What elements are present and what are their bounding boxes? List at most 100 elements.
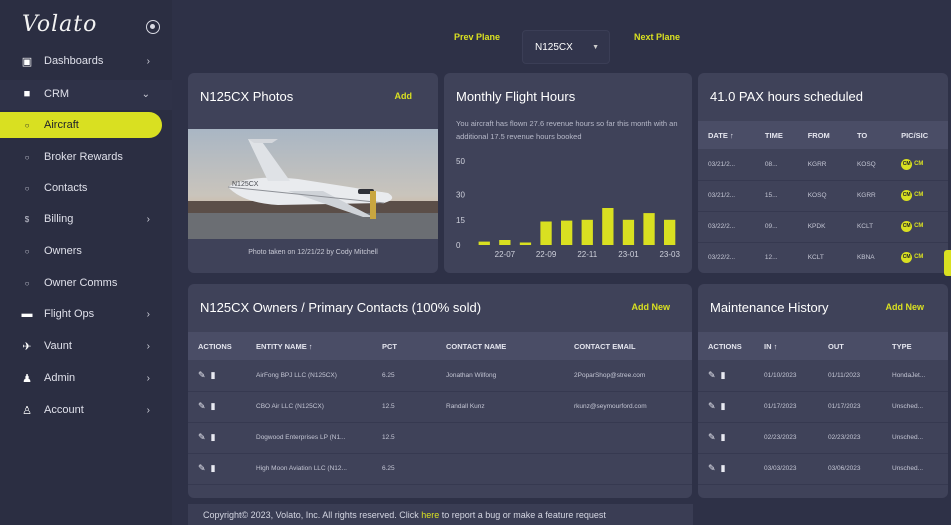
bar-22-06[interactable] — [478, 241, 490, 245]
delete-icon[interactable]: ▮ — [211, 432, 216, 442]
aircraft-photo[interactable]: N125CX — [188, 129, 438, 239]
col-pic-sic[interactable]: PIC/SIC — [891, 121, 948, 149]
table-row[interactable]: ✎ ▮ 01/10/2023 01/11/2023 HondaJet... — [698, 360, 948, 392]
cell-from: KGRR — [797, 149, 847, 181]
sidebar-item-contacts[interactable]: ○ Contacts — [10, 175, 162, 201]
cell-type: Unsched... — [882, 453, 948, 485]
y-tick-label: 15 — [456, 216, 465, 225]
edit-icon[interactable]: ✎ — [708, 401, 716, 411]
row-actions: ✎ ▮ — [698, 422, 754, 454]
edit-icon[interactable]: ✎ — [198, 432, 206, 442]
sidebar-item-owner-comms[interactable]: ○ Owner Comms — [10, 270, 162, 296]
cell-out: 02/23/2023 — [818, 422, 882, 454]
cell-to: KCLT — [846, 211, 892, 243]
edit-icon[interactable]: ✎ — [198, 463, 206, 473]
col-date[interactable]: DATE ↑ — [698, 121, 755, 149]
plane-select[interactable]: N125CX ▼ — [522, 30, 610, 64]
bar-22-10[interactable] — [561, 220, 573, 245]
delete-icon[interactable]: ▮ — [721, 432, 726, 442]
col-pct[interactable]: PCT — [372, 332, 436, 360]
delete-icon[interactable]: ▮ — [721, 370, 726, 380]
bar-22-07[interactable] — [499, 240, 511, 245]
chevron-right-icon: › — [146, 372, 150, 384]
col-time[interactable]: TIME — [755, 121, 798, 149]
cell-pct: 12.5 — [372, 422, 436, 454]
sidebar-item-vaunt[interactable]: ✈ Vaunt › — [10, 333, 162, 359]
sidebar-item-crm[interactable]: ■ CRM ⌄ — [10, 81, 162, 107]
delete-icon[interactable]: ▮ — [211, 370, 216, 380]
table-row[interactable]: ✎ ▮ AirFong BPJ LLC (N125CX) 6.25 Jonath… — [188, 360, 692, 392]
footer-report-link[interactable]: here — [421, 510, 439, 520]
table-row[interactable]: 03/22/2... 09... KPDK KCLT CM CM — [698, 211, 948, 243]
add-maintenance-button[interactable]: Add New — [885, 302, 924, 312]
sidebar-item-account[interactable]: ♙ Account › — [10, 397, 162, 423]
table-row[interactable]: ✎ ▮ 01/17/2023 01/17/2023 Unsched... — [698, 391, 948, 423]
edit-icon[interactable]: ✎ — [198, 370, 206, 380]
col-entity-name[interactable]: ENTITY NAME ↑ — [246, 332, 372, 360]
col-out[interactable]: OUT — [818, 332, 882, 360]
bar-22-12[interactable] — [602, 208, 614, 245]
table-row[interactable]: ✎ ▮ 02/23/2023 02/23/2023 Unsched... — [698, 422, 948, 454]
edit-icon[interactable]: ✎ — [708, 463, 716, 473]
sidebar-item-label: Broker Rewards — [44, 151, 123, 163]
col-type[interactable]: TYPE — [882, 332, 948, 360]
sidebar-item-billing[interactable]: $ Billing › — [10, 206, 162, 232]
edit-icon[interactable]: ✎ — [708, 432, 716, 442]
circle-icon: ○ — [24, 152, 30, 162]
col-to[interactable]: TO — [847, 121, 891, 149]
sidebar-item-label: CRM — [44, 88, 70, 100]
delete-icon[interactable]: ▮ — [721, 401, 726, 411]
bar-22-08[interactable] — [519, 242, 532, 246]
bar-22-11[interactable] — [581, 219, 593, 245]
sidebar-item-broker-rewards[interactable]: ○ Broker Rewards — [10, 144, 162, 170]
table-row[interactable]: 03/21/2... 15... KOSQ KGRR CM CM — [698, 180, 948, 212]
sidebar-item-admin[interactable]: ♟ Admin › — [10, 365, 162, 391]
col-contact-name[interactable]: CONTACT NAME — [436, 332, 564, 360]
table-row[interactable]: ✎ ▮ High Moon Aviation LLC (N12... 6.25 — [188, 453, 692, 485]
pic-badge: CM — [901, 221, 913, 232]
table-row[interactable]: ✎ ▮ Dogwood Enterprises LP (N1... 12.5 — [188, 422, 692, 454]
sidebar: Volato ▣ Dashboards › ■ CRM ⌄ ○ Aircraft… — [0, 0, 172, 525]
delete-icon[interactable]: ▮ — [721, 463, 726, 473]
bar-23-03[interactable] — [664, 219, 676, 245]
cell-pct: 6.25 — [372, 360, 436, 392]
maintenance-card: Maintenance History Add New ACTIONS IN ↑… — [698, 284, 948, 498]
cell-date: 03/22/2... — [698, 242, 755, 273]
cell-date: 03/21/2... — [698, 180, 755, 212]
col-contact-email[interactable]: CONTACT EMAIL — [564, 332, 692, 360]
cell-email — [564, 422, 692, 454]
sidebar-item-flight-ops[interactable]: ▬ Flight Ops › — [10, 301, 162, 327]
sidebar-item-owners[interactable]: ○ Owners — [10, 238, 162, 264]
delete-icon[interactable]: ▮ — [211, 463, 216, 473]
sidebar-item-aircraft[interactable]: ○ Aircraft — [0, 112, 162, 138]
bar-23-02[interactable] — [643, 213, 655, 245]
add-photo-button[interactable]: Add — [395, 91, 413, 101]
col-from[interactable]: FROM — [798, 121, 847, 149]
add-owner-button[interactable]: Add New — [631, 302, 670, 312]
prev-plane-button[interactable]: Prev Plane — [454, 32, 500, 42]
building-icon: ■ — [23, 88, 31, 100]
table-row[interactable]: 03/21/2... 08... KGRR KOSQ CM CM — [698, 149, 948, 181]
table-row[interactable]: ✎ ▮ CBO Air LLC (N125CX) 12.5 Randall Ku… — [188, 391, 692, 423]
row-actions: ✎ ▮ — [698, 360, 754, 392]
bar-22-09[interactable] — [540, 221, 552, 246]
collapse-sidebar-icon[interactable] — [146, 20, 160, 34]
footer-text-post: to report a bug or make a feature reques… — [439, 510, 606, 520]
next-plane-button[interactable]: Next Plane — [634, 32, 680, 42]
bar-23-01[interactable] — [622, 219, 635, 245]
edit-icon[interactable]: ✎ — [708, 370, 716, 380]
table-row[interactable]: ✎ ▮ 03/03/2023 03/06/2023 Unsched... — [698, 453, 948, 485]
table-row[interactable]: 03/22/2... 12... KCLT KBNA CM CM — [698, 242, 948, 273]
row-actions: ✎ ▮ — [698, 453, 754, 485]
row-actions: ✎ ▮ — [188, 422, 246, 454]
cell-entity: CBO Air LLC (N125CX) — [246, 391, 372, 423]
sic-badge: CM — [914, 192, 924, 198]
cell-pic-sic: CM CM — [891, 242, 948, 273]
sidebar-item-dashboards[interactable]: ▣ Dashboards › — [10, 48, 162, 74]
volato-logo[interactable]: Volato — [22, 12, 97, 37]
delete-icon[interactable]: ▮ — [211, 401, 216, 411]
col-in[interactable]: IN ↑ — [754, 332, 818, 360]
sidebar-item-label: Owners — [44, 245, 82, 257]
side-panel-handle[interactable] — [944, 250, 951, 276]
edit-icon[interactable]: ✎ — [198, 401, 206, 411]
